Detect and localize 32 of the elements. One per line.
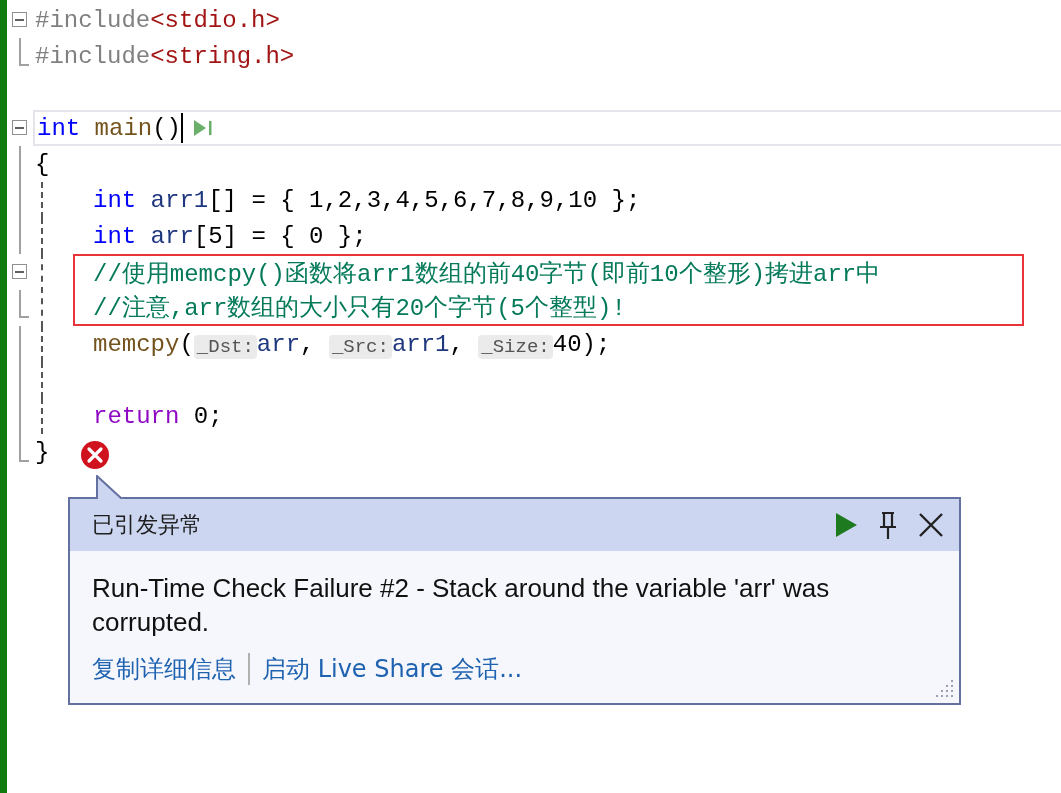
code-text: 40); — [552, 330, 611, 358]
code-comment: //使用memcpy()函数将arr1数组的前40字节(即前10个整形)拷进arr中 — [93, 259, 881, 289]
popup-link[interactable]: 启动 Live Share 会话... — [262, 653, 523, 685]
fold-line — [19, 290, 29, 318]
code-text: int arr1[] = { 1,2,3,4,5,6,7,8,9,10 }; — [93, 186, 641, 214]
code-text: { — [35, 150, 50, 178]
parameter-hint: _Size: — [478, 335, 553, 359]
parameter-hint: _Dst: — [193, 335, 257, 359]
code-text: arr1, — [391, 330, 465, 358]
close-icon[interactable] — [917, 511, 945, 539]
resize-grip-icon[interactable] — [935, 679, 955, 699]
fold-line — [19, 38, 29, 66]
collapse-icon[interactable] — [12, 264, 27, 279]
collapse-icon[interactable] — [12, 120, 27, 135]
code-text: int main() — [37, 114, 182, 142]
play-icon[interactable] — [833, 511, 859, 539]
parameter-hint: _Src: — [328, 335, 392, 359]
popup-title: 已引发异常 — [92, 511, 203, 539]
code-text: } — [35, 438, 50, 466]
text-caret — [181, 113, 184, 143]
code-text: int arr[5] = { 0 }; — [93, 222, 367, 250]
code-text: memcpy( — [93, 330, 194, 358]
code-comment: //注意,arr数组的大小只有20个字节(5个整型)! — [93, 293, 626, 323]
collapse-icon[interactable] — [12, 12, 27, 27]
code-text: #include<stdio.h> — [35, 6, 280, 34]
popup-link[interactable]: 复制详细信息 — [92, 653, 236, 685]
code-text: #include<string.h> — [35, 42, 295, 70]
code-text: arr, — [256, 330, 316, 358]
pin-icon[interactable] — [877, 510, 899, 540]
code-text: return 0; — [93, 402, 223, 430]
run-to-cursor-icon[interactable] — [193, 118, 214, 138]
error-message: Run-Time Check Failure #2 - Stack around the variable 'arr' was corrupted. — [91, 572, 831, 639]
